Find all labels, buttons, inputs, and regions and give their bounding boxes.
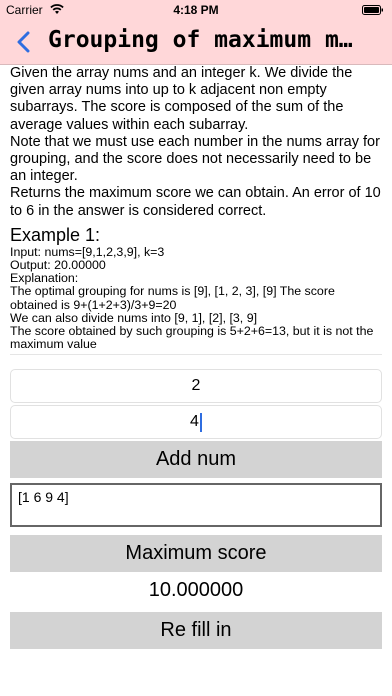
problem-description: Given the array nums and an integer k. W… [10, 65, 381, 219]
maximum-score-button[interactable]: Maximum score [10, 535, 382, 572]
k-input[interactable]: 2 [10, 369, 382, 403]
back-button[interactable] [8, 26, 38, 58]
navigation-bar: Grouping of maximum m… [0, 20, 392, 65]
num-input[interactable]: 4 [10, 405, 382, 439]
add-num-button[interactable]: Add num [10, 441, 382, 478]
battery-icon [362, 5, 383, 15]
array-display-text: [1 6 9 4] [18, 489, 69, 505]
chevron-left-icon [17, 31, 30, 53]
problem-content: Given the array nums and an integer k. W… [10, 65, 382, 356]
status-time: 4:18 PM [173, 3, 219, 17]
k-input-value: 2 [191, 377, 201, 394]
text-cursor [199, 412, 202, 432]
num-input-value: 4 [190, 413, 199, 430]
result-value: 10.000000 [148, 578, 244, 601]
page-title: Grouping of maximum m… [48, 27, 353, 53]
refill-button[interactable]: Re fill in [10, 612, 382, 649]
example-title: Example 1: [10, 224, 101, 245]
status-bar: Carrier 4:18 PM [0, 0, 392, 20]
example-body: Input: nums=[9,1,2,3,9], k=3 Output: 20.… [10, 245, 382, 356]
array-display: [1 6 9 4] [10, 483, 382, 527]
maximum-score-label: Maximum score [125, 542, 267, 564]
add-num-label: Add num [155, 448, 237, 470]
refill-label: Re fill in [160, 619, 232, 641]
